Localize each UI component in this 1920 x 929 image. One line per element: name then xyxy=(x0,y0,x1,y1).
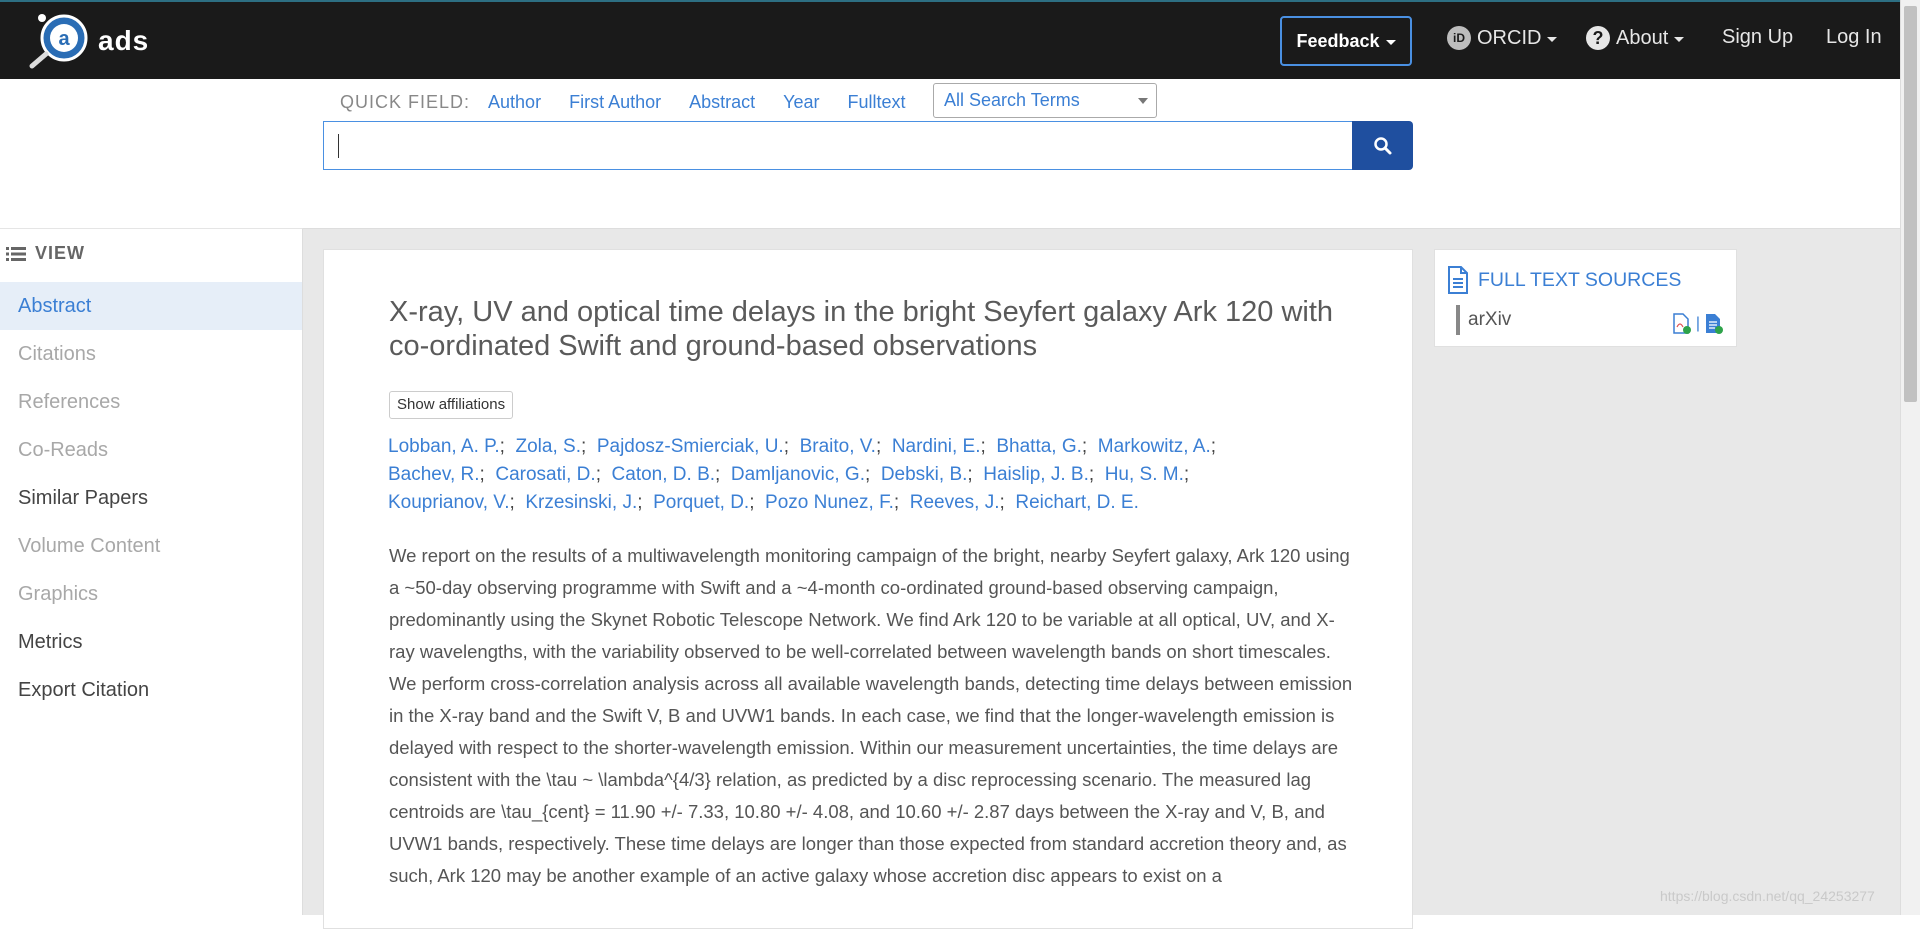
author-link[interactable]: Porquet, D. xyxy=(653,492,749,513)
log-in-link[interactable]: Log In xyxy=(1826,26,1882,49)
svg-text:a: a xyxy=(58,28,70,50)
sidebar-item-similar-papers[interactable]: Similar Papers xyxy=(0,474,302,522)
full-text-sources-header: FULL TEXT SOURCES xyxy=(1447,266,1681,294)
orcid-label: ORCID xyxy=(1477,26,1542,49)
author-link[interactable]: Krzesinski, J. xyxy=(525,492,637,513)
html-fulltext-icon[interactable] xyxy=(1704,313,1724,335)
sidebar-item-abstract[interactable]: Abstract xyxy=(0,282,302,330)
question-circle-icon: ? xyxy=(1586,26,1610,50)
quick-field-abstract[interactable]: Abstract xyxy=(689,92,755,113)
link-separator: | xyxy=(1695,315,1700,332)
author-link[interactable]: Nardini, E. xyxy=(892,436,981,457)
author-link[interactable]: Caton, D. B. xyxy=(612,464,716,485)
author-link[interactable]: Hu, S. M. xyxy=(1105,464,1184,485)
brand-name: ads xyxy=(98,25,150,56)
full-text-sources-label: FULL TEXT SOURCES xyxy=(1478,268,1682,291)
quick-field-year[interactable]: Year xyxy=(783,92,819,113)
show-affiliations-button[interactable]: Show affiliations xyxy=(389,391,514,419)
dropdown-arrow-icon xyxy=(1138,98,1148,104)
author-link[interactable]: Lobban, A. P. xyxy=(388,436,500,457)
sidebar-item-citations: Citations xyxy=(18,343,96,365)
brand-link[interactable]: a ads xyxy=(26,12,149,70)
chevron-down-icon xyxy=(1674,37,1685,42)
search-terms-select[interactable]: All Search Terms xyxy=(933,83,1157,118)
orcid-icon: iD xyxy=(1447,26,1471,50)
text-cursor xyxy=(338,134,339,158)
top-navbar: a ads Feedback iD ORCID ? About Sign Up … xyxy=(0,0,1900,79)
sidebar-item-export-citation[interactable]: Export Citation xyxy=(0,666,302,714)
quick-field-author[interactable]: Author xyxy=(488,92,541,113)
sidebar-item-metrics[interactable]: Metrics xyxy=(0,618,302,666)
arxiv-label: arXiv xyxy=(1468,309,1512,330)
sidebar-item-graphics: Graphics xyxy=(18,583,99,605)
author-link[interactable]: Haislip, J. B. xyxy=(983,464,1089,485)
document-icon xyxy=(1448,266,1468,294)
author-list: Lobban, A. P.; Zola, S.; Pajdosz-Smierci… xyxy=(388,436,1217,513)
quick-field-fulltext[interactable]: Fulltext xyxy=(848,92,906,113)
chevron-down-icon xyxy=(1385,40,1396,45)
pdf-download-icon[interactable] xyxy=(1672,313,1692,335)
arxiv-links: | xyxy=(1672,309,1724,339)
chevron-down-icon xyxy=(1547,37,1558,42)
author-link[interactable]: Braito, V. xyxy=(800,436,876,457)
search-icon xyxy=(1373,136,1391,154)
ads-logo-icon: a xyxy=(29,14,88,69)
view-header: VIEW xyxy=(6,243,85,264)
search-terms-value: All Search Terms xyxy=(944,90,1080,110)
watermark-text: https://blog.csdn.net/qq_24253277 xyxy=(1660,888,1875,904)
orcid-menu[interactable]: iD ORCID xyxy=(1447,26,1558,50)
view-header-label: VIEW xyxy=(35,243,86,263)
sidebar-item-volume-content: Volume Content xyxy=(18,535,161,557)
author-link[interactable]: Kouprianov, V. xyxy=(388,492,509,513)
view-sidebar: VIEW Abstract Citations References Co-Re… xyxy=(0,228,303,915)
author-link[interactable]: Bachev, R. xyxy=(388,464,480,485)
sidebar-item-co-reads: Co-Reads xyxy=(18,439,109,461)
feedback-button[interactable]: Feedback xyxy=(1280,16,1412,66)
author-link[interactable]: Damljanovic, G. xyxy=(731,464,865,485)
abstract-card: X-ray, UV and optical time delays in the… xyxy=(323,249,1413,929)
author-link[interactable]: Pozo Nunez, F. xyxy=(765,492,894,513)
author-link[interactable]: Pajdosz-Smierciak, U. xyxy=(597,436,784,457)
list-icon xyxy=(6,246,26,261)
paper-title: X-ray, UV and optical time delays in the… xyxy=(389,296,1334,362)
full-text-sources-card: FULL TEXT SOURCES arXiv | xyxy=(1434,249,1737,347)
about-menu[interactable]: ? About xyxy=(1586,26,1685,50)
arxiv-source-row: arXiv | xyxy=(1456,305,1726,335)
quick-field-bar: QUICK FIELD: Author First Author Abstrac… xyxy=(340,86,934,118)
scrollbar-thumb[interactable] xyxy=(1904,6,1917,402)
abstract-text: We report on the results of a multiwavel… xyxy=(389,545,1353,886)
author-link[interactable]: Reichart, D. E. xyxy=(1015,492,1139,513)
quick-field-first-author[interactable]: First Author xyxy=(569,92,661,113)
sign-up-link[interactable]: Sign Up xyxy=(1722,26,1793,49)
author-link[interactable]: Markowitz, A. xyxy=(1098,436,1211,457)
author-link[interactable]: Zola, S. xyxy=(516,436,581,457)
author-link[interactable]: Bhatta, G. xyxy=(996,436,1082,457)
author-link[interactable]: Debski, B. xyxy=(881,464,968,485)
quick-field-label: QUICK FIELD: xyxy=(340,91,471,112)
sidebar-item-references: References xyxy=(18,391,121,413)
page-scrollbar[interactable] xyxy=(1900,0,1920,915)
author-link[interactable]: Carosati, D. xyxy=(495,464,595,485)
about-label: About xyxy=(1616,26,1669,49)
search-button[interactable] xyxy=(1352,121,1413,170)
author-link[interactable]: Reeves, J. xyxy=(910,492,1000,513)
feedback-label: Feedback xyxy=(1296,30,1380,51)
search-input[interactable] xyxy=(323,121,1353,170)
